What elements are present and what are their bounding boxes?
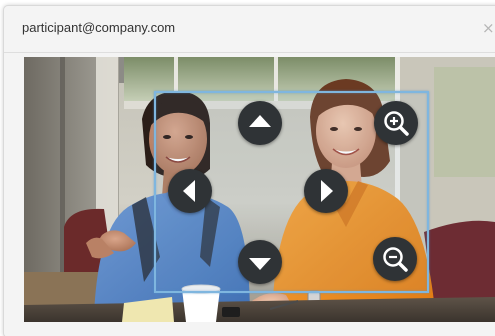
right-arrow-icon bbox=[321, 180, 333, 202]
close-icon[interactable]: × bbox=[482, 19, 495, 37]
page: participant@company.com × bbox=[0, 0, 495, 336]
pan-down-button[interactable] bbox=[238, 240, 282, 284]
participant-title: participant@company.com bbox=[22, 20, 176, 35]
pan-up-button[interactable] bbox=[238, 101, 282, 145]
left-arrow-icon bbox=[183, 180, 195, 202]
pan-left-button[interactable] bbox=[168, 169, 212, 213]
pan-right-button[interactable] bbox=[304, 169, 348, 213]
zoom-in-icon bbox=[384, 111, 409, 136]
dialog-titlebar: participant@company.com × bbox=[4, 6, 495, 53]
up-arrow-icon bbox=[249, 115, 271, 127]
zoom-out-button[interactable] bbox=[373, 237, 417, 281]
down-arrow-icon bbox=[249, 258, 271, 270]
zoom-out-icon bbox=[383, 247, 408, 272]
zoom-in-button[interactable] bbox=[374, 101, 418, 145]
